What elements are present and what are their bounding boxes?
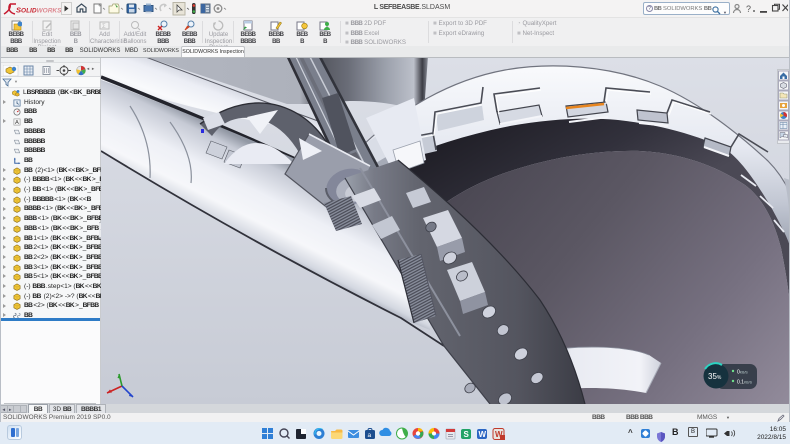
svg-text:a: a [368,432,372,439]
svg-text:W: W [479,430,487,439]
svg-text:?: ? [746,4,751,14]
svg-text:S: S [464,430,470,439]
svg-text:SOLIDWORKS: SOLIDWORKS [16,6,62,15]
svg-text:Σ: Σ [102,24,106,30]
svg-text:A: A [15,120,19,126]
